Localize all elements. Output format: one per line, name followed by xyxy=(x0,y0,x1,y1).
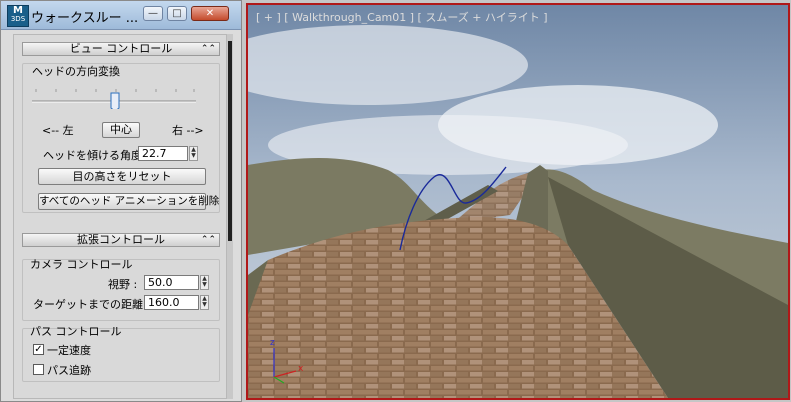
advanced-control-header-label: 拡張コントロール xyxy=(77,233,165,246)
head-rotation-group-label: ヘッドの方向変換 xyxy=(32,65,120,78)
collapse-chevron-icon: ⌃⌃ xyxy=(200,235,216,245)
close-button[interactable]: ✕ xyxy=(191,6,229,21)
constant-speed-checkbox[interactable]: ✓ xyxy=(33,344,44,355)
target-distance-spinner[interactable]: ▲ ▼ xyxy=(200,295,209,310)
head-tilt-spinner[interactable]: ▲ ▼ xyxy=(189,146,198,161)
viewport-label[interactable]: [ + ] [ Walkthrough_Cam01 ] [ スムーズ + ハイラ… xyxy=(256,9,548,25)
axis-z-label: z xyxy=(270,338,275,348)
panel-scrollbar-thumb[interactable] xyxy=(228,41,232,241)
fov-label: 視野 : xyxy=(108,278,138,291)
camera-control-group-label: カメラ コントロール xyxy=(30,258,133,271)
reset-eye-height-button[interactable]: 目の高さをリセット xyxy=(38,168,206,185)
walkthrough-dialog: M 3DS ウォークスルー ... — □ ✕ ビュー コントロール ⌃⌃ ヘッド… xyxy=(0,0,242,402)
dialog-title: ウォークスルー ... xyxy=(31,11,139,26)
target-distance-field[interactable]: 160.0 xyxy=(144,295,199,310)
maximize-button[interactable]: □ xyxy=(167,6,187,21)
advanced-control-rollout-header[interactable]: 拡張コントロール ⌃⌃ xyxy=(22,233,220,247)
command-panel: ビュー コントロール ⌃⌃ ヘッドの方向変換 <-- 左 中心 右 --> ヘッ… xyxy=(13,34,227,399)
axis-x-label: x xyxy=(298,364,304,374)
delete-head-animation-button[interactable]: すべてのヘッド アニメーションを削除 xyxy=(38,193,219,210)
head-tilt-label: ヘッドを傾ける角度 xyxy=(43,149,142,162)
slider-thumb xyxy=(110,92,120,109)
dialog-titlebar[interactable]: M 3DS ウォークスルー ... — □ ✕ xyxy=(1,1,241,30)
fov-field[interactable]: 50.0 xyxy=(144,275,199,290)
camera-viewport[interactable]: z x [ + ] [ Walkthrough_Cam01 ] [ スムーズ +… xyxy=(246,3,790,400)
view-control-rollout-header[interactable]: ビュー コントロール ⌃⌃ xyxy=(22,42,220,56)
head-tilt-field[interactable]: 22.7 xyxy=(138,146,188,161)
scene-render: z x xyxy=(248,5,788,398)
follow-path-label: パス追跡 xyxy=(47,364,91,377)
follow-path-checkbox[interactable] xyxy=(33,364,44,375)
fov-spinner[interactable]: ▲ ▼ xyxy=(200,275,209,290)
collapse-chevron-icon: ⌃⌃ xyxy=(200,44,216,54)
view-control-header-label: ビュー コントロール xyxy=(69,42,173,55)
path-control-group-label: パス コントロール xyxy=(30,325,122,338)
target-distance-label: ターゲットまでの距離 : xyxy=(33,298,151,311)
constant-speed-label: 一定速度 xyxy=(47,344,91,357)
right-direction-label: 右 --> xyxy=(172,124,204,137)
3dsmax-app-icon[interactable]: M 3DS xyxy=(7,5,29,27)
minimize-button[interactable]: — xyxy=(143,6,163,21)
head-rotation-slider[interactable] xyxy=(30,85,200,109)
left-direction-label: <-- 左 xyxy=(42,124,74,137)
center-button[interactable]: 中心 xyxy=(102,122,140,138)
